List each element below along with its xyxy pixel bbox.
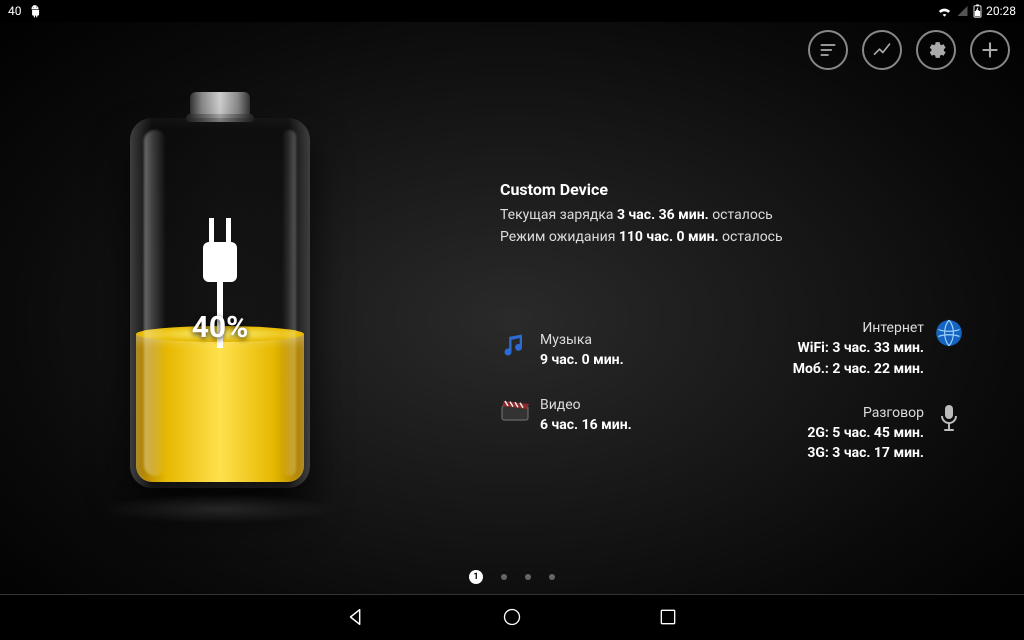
internet-mob: Моб.: 2 час. 22 мин. xyxy=(793,359,924,379)
list-button[interactable] xyxy=(808,30,848,70)
toolbar xyxy=(808,30,1010,70)
status-time: 20:28 xyxy=(986,4,1016,18)
nav-back-button[interactable] xyxy=(343,604,369,630)
page-dot-1-label: 1 xyxy=(473,572,478,582)
info-panel: Custom Device Текущая зарядка 3 час. 36 … xyxy=(500,180,964,248)
music-title: Музыка xyxy=(540,330,624,350)
nav-recents-button[interactable] xyxy=(655,604,681,630)
navigation-bar xyxy=(0,594,1024,640)
wifi-icon xyxy=(937,5,952,17)
charge-prefix: Текущая зарядка xyxy=(500,207,617,223)
usage-column-right: Интернет WiFi: 3 час. 33 мин. Моб.: 2 ча… xyxy=(734,318,964,488)
usage-music: Музыка 9 час. 0 мин. xyxy=(500,330,730,371)
nav-home-button[interactable] xyxy=(499,604,525,630)
talk-2g: 2G: 5 час. 45 мин. xyxy=(807,423,924,443)
settings-button[interactable] xyxy=(916,30,956,70)
chart-button[interactable] xyxy=(862,30,902,70)
globe-icon xyxy=(934,318,964,348)
page-dot-4[interactable] xyxy=(549,574,555,580)
clapper-icon xyxy=(500,395,530,425)
battery-graphic: 40% xyxy=(110,110,330,510)
usage-internet: Интернет WiFi: 3 час. 33 мин. Моб.: 2 ча… xyxy=(734,318,964,379)
standby-suffix: осталось xyxy=(719,229,783,245)
page-dot-1[interactable]: 1 xyxy=(469,570,483,584)
video-title: Видео xyxy=(540,395,632,415)
talk-3g: 3G: 3 час. 17 мин. xyxy=(807,443,924,463)
charge-value: 3 час. 36 мин. xyxy=(617,207,709,223)
microphone-icon xyxy=(934,403,964,433)
status-bar: 40 20:28 xyxy=(0,0,1024,22)
usage-talk: Разговор 2G: 5 час. 45 мин. 3G: 3 час. 1… xyxy=(734,403,964,464)
usage-video: Видео 6 час. 16 мин. xyxy=(500,395,730,436)
page-indicator: 1 xyxy=(469,570,555,584)
page-dot-2[interactable] xyxy=(501,574,507,580)
android-icon xyxy=(28,4,42,18)
battery-status-icon xyxy=(973,4,982,18)
standby-prefix: Режим ожидания xyxy=(500,229,619,245)
charging-time-line: Текущая зарядка 3 час. 36 мин. осталось xyxy=(500,205,964,227)
add-button[interactable] xyxy=(970,30,1010,70)
charge-suffix: осталось xyxy=(709,207,773,223)
music-value: 9 час. 0 мин. xyxy=(540,350,624,370)
standby-value: 110 час. 0 мин. xyxy=(619,229,719,245)
usage-column-left: Музыка 9 час. 0 мин. Видео 6 час. 16 мин… xyxy=(500,330,730,459)
device-name: Custom Device xyxy=(500,180,964,199)
music-note-icon xyxy=(500,330,530,360)
video-value: 6 час. 16 мин. xyxy=(540,415,632,435)
talk-title: Разговор xyxy=(807,403,924,423)
battery-percent-label: 40% xyxy=(110,310,330,345)
internet-wifi: WiFi: 3 час. 33 мин. xyxy=(793,338,924,358)
standby-time-line: Режим ожидания 110 час. 0 мин. осталось xyxy=(500,227,964,249)
status-battery-value: 40 xyxy=(8,4,22,18)
internet-title: Интернет xyxy=(793,318,924,338)
page-dot-3[interactable] xyxy=(525,574,531,580)
cell-signal-icon xyxy=(956,5,969,17)
